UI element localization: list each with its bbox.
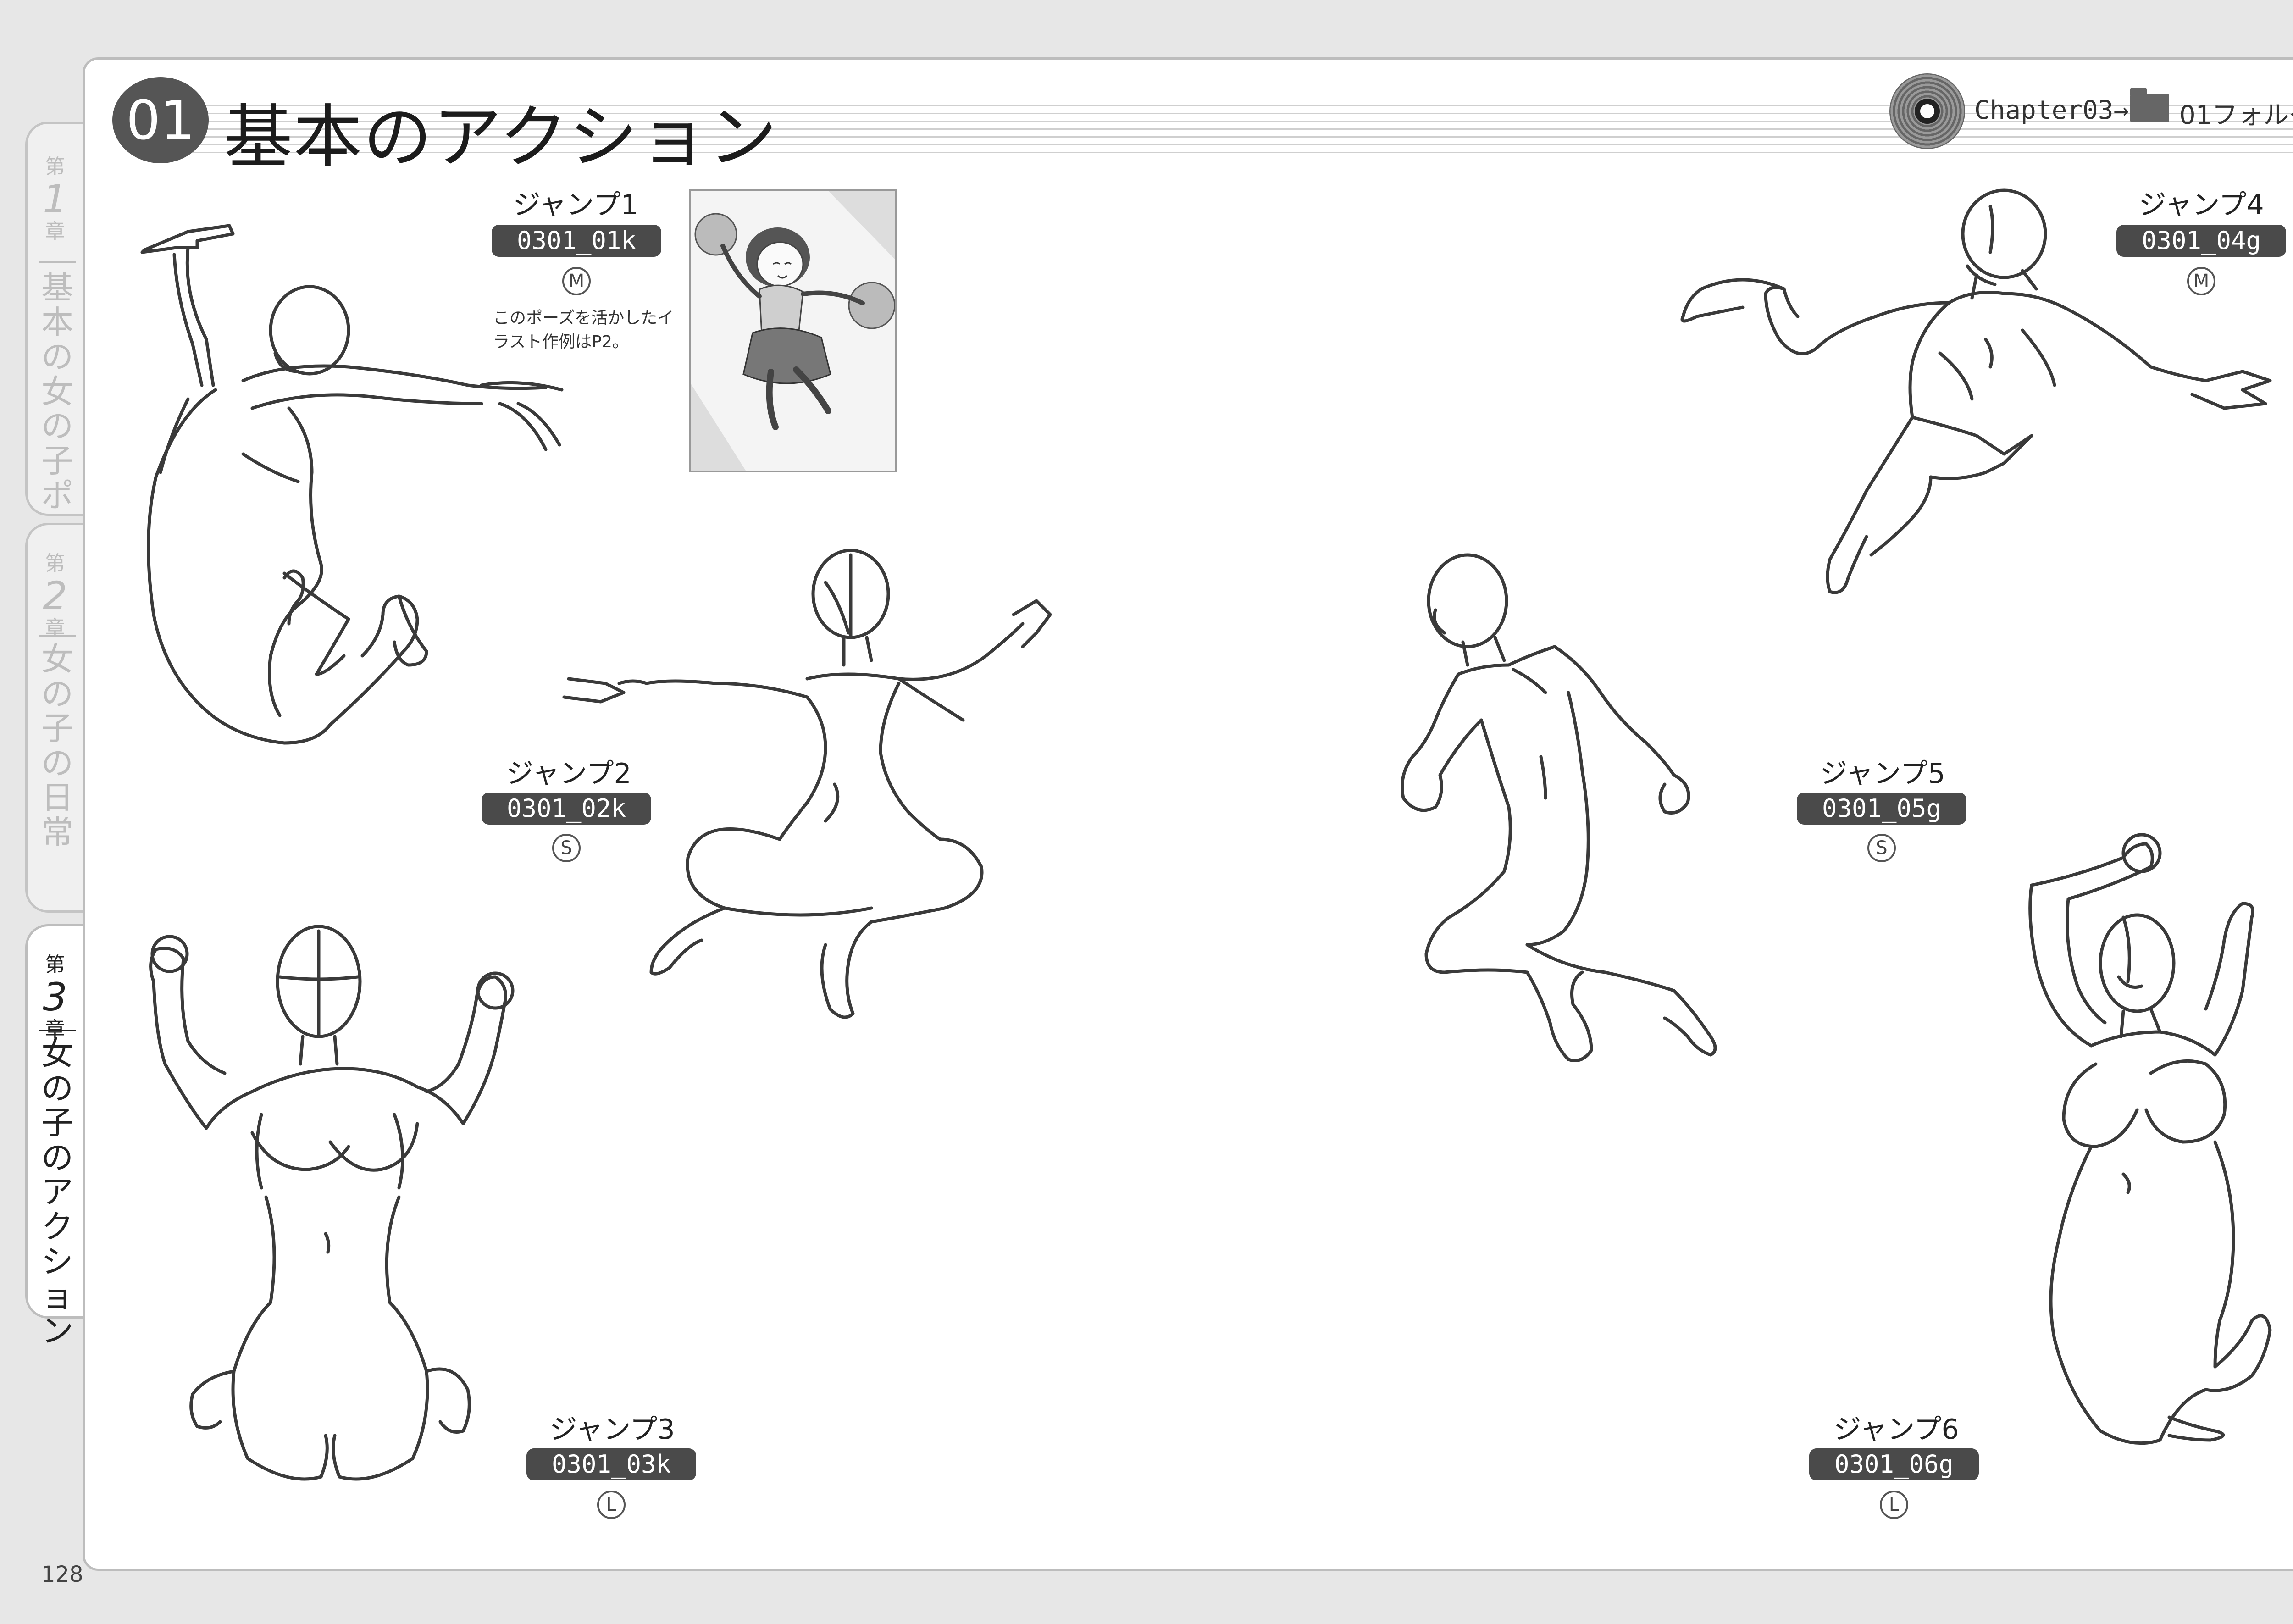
- pose-code-6: 0301_06g: [1809, 1448, 1979, 1480]
- side-tab-chapter-3-left[interactable]: 第3章 女の子のアクション: [25, 924, 85, 1348]
- size-badge-3: L: [597, 1491, 626, 1519]
- pose-code-3: 0301_03k: [526, 1448, 696, 1480]
- tab-chapter-number: 第3章: [43, 953, 67, 1041]
- pose-figure-3[interactable]: [115, 913, 527, 1518]
- tab-chapter-number: 第1章: [43, 155, 67, 243]
- pose-figure-5[interactable]: [1390, 541, 1848, 1165]
- size-badge-5: S: [1867, 834, 1896, 862]
- arrow-icon: →: [2113, 95, 2129, 125]
- pose-figure-6[interactable]: [1986, 826, 2293, 1532]
- pose-figure-1[interactable]: [133, 216, 573, 789]
- pose-name-3: ジャンプ3: [549, 1413, 675, 1446]
- file-path-chapter: Chapter03→: [1974, 95, 2129, 125]
- pose-name-6: ジャンプ6: [1833, 1413, 1959, 1446]
- side-tab-chapter-1-left[interactable]: 第1章 基本の女の子ポーズ: [25, 122, 85, 582]
- tab-divider: [39, 635, 76, 637]
- page-title: 基本のアクション: [224, 98, 778, 177]
- tab-chapter-title: 女の子の日常: [41, 640, 73, 851]
- folder-icon: [2130, 88, 2169, 122]
- side-tab-chapter-2-left[interactable]: 第2章 女の子の日常: [25, 523, 85, 913]
- example-illustration-thumbnail[interactable]: [689, 189, 897, 472]
- tab-chapter-number: 第2章: [43, 552, 67, 640]
- file-path-folder: 01フォルダ: [2179, 100, 2293, 130]
- cd-disc-hole: [1915, 99, 1940, 124]
- page-number-left: 128: [41, 1562, 83, 1587]
- size-badge-6: L: [1880, 1491, 1908, 1519]
- tab-chapter-title: 女の子のアクション: [41, 1035, 73, 1350]
- tab-divider: [39, 261, 76, 263]
- pose-figure-2[interactable]: [550, 546, 1078, 1059]
- tab-divider: [39, 1030, 76, 1031]
- section-number-badge: 01: [112, 77, 209, 163]
